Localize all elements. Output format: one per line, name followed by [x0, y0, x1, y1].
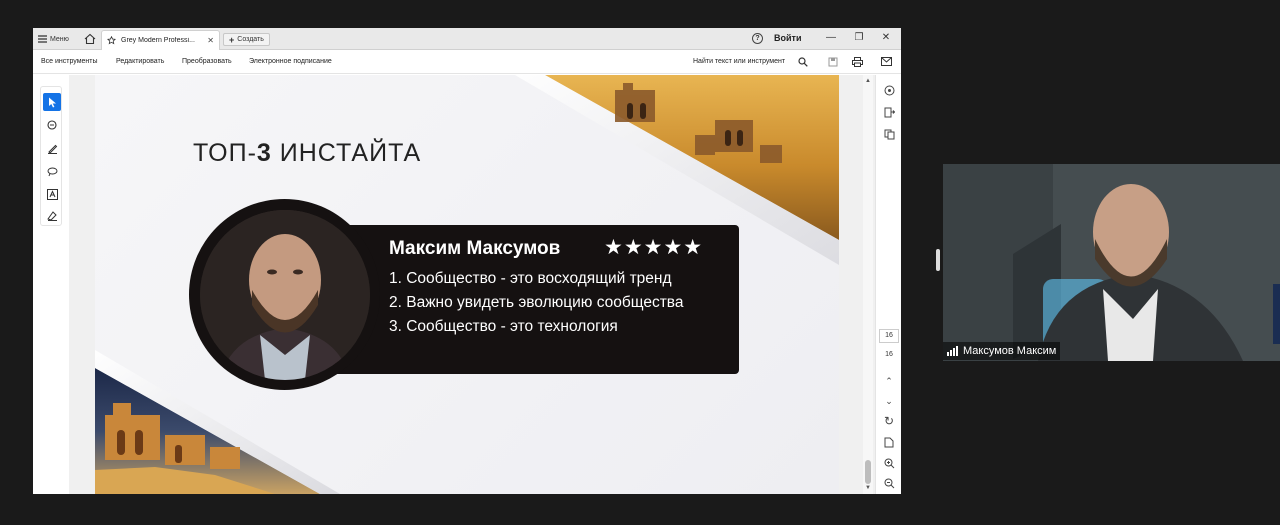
plus-icon: +: [229, 34, 235, 45]
zoom-out-icon[interactable]: [881, 475, 897, 491]
speaker-name: Максим Максумов: [389, 238, 561, 259]
acrobat-window: Меню Grey Modern Professi... ✕ + Создать…: [33, 28, 901, 494]
close-tab-icon[interactable]: ✕: [207, 36, 214, 45]
page-fit-icon[interactable]: [881, 434, 897, 450]
close-window-button[interactable]: ✕: [878, 31, 894, 45]
page-number-input[interactable]: 16: [879, 329, 899, 343]
ai-assistant-icon[interactable]: [881, 82, 897, 98]
scroll-up-icon[interactable]: ▲: [865, 78, 871, 84]
fill-sign-icon: [46, 210, 57, 221]
new-tab-label: Создать: [237, 36, 264, 43]
new-tab-button[interactable]: + Создать: [223, 33, 270, 46]
chat-icon: [884, 85, 894, 95]
print-icon[interactable]: [852, 57, 863, 67]
right-panel: 16 16 ⌃ ⌄ ↻: [875, 75, 901, 494]
vertical-scrollbar[interactable]: ▲ ▼: [863, 75, 873, 494]
title-suffix: ИНСТАЙТА: [271, 139, 422, 167]
find-tool-label[interactable]: Найти текст или инструмент: [693, 58, 785, 65]
text-box-icon: [46, 188, 58, 200]
maximize-button[interactable]: ❐: [851, 31, 867, 45]
menu-convert[interactable]: Преобразовать: [182, 58, 232, 65]
point-3: 3. Сообщество - это технология: [389, 318, 618, 335]
lasso-icon: [47, 167, 57, 176]
menubar: Все инструменты Редактировать Преобразов…: [33, 50, 901, 74]
hamburger-icon: [38, 35, 47, 43]
slide-title: ТОП-3 ИНСТАЙТА: [193, 139, 421, 168]
text-tool[interactable]: [43, 185, 61, 203]
home-icon[interactable]: [84, 33, 96, 45]
tab-bar: Меню Grey Modern Professi... ✕ + Создать…: [33, 28, 901, 50]
speaker-card: Максим Максумов ★★★★★ 1. Сообщество - эт…: [324, 225, 739, 374]
comment-tool[interactable]: [43, 116, 61, 134]
help-icon[interactable]: ?: [752, 33, 763, 44]
signal-bars-icon: [947, 346, 958, 356]
search-icon[interactable]: [798, 57, 808, 67]
draw-tool[interactable]: [43, 162, 61, 180]
sign-tool[interactable]: [43, 206, 61, 224]
comment-icon: [46, 119, 57, 130]
export-pdf-icon[interactable]: [881, 104, 897, 120]
chevron-up-icon[interactable]: ⌃: [881, 373, 897, 389]
slide-page: ТОП-3 ИНСТАЙТА Максим Максумов ★★★★★ 1. …: [95, 75, 839, 494]
rotate-icon[interactable]: ↻: [881, 413, 897, 429]
point-1: 1. Сообщество - это восходящий тренд: [389, 270, 672, 287]
rating-stars: ★★★★★: [604, 236, 704, 259]
speaker-photo: [200, 210, 370, 380]
save-icon[interactable]: [828, 57, 838, 67]
left-toolbar: [40, 86, 62, 226]
menu-esign[interactable]: Электронное подписание: [249, 58, 332, 65]
webcam-video: [943, 164, 1280, 361]
zoom-in-icon[interactable]: [881, 455, 897, 471]
speaker-portrait: [200, 210, 370, 380]
menu-all-tools[interactable]: Все инструменты: [41, 58, 98, 65]
tab-document[interactable]: Grey Modern Professi... ✕: [101, 30, 220, 50]
select-tool[interactable]: [43, 93, 61, 111]
webcam-tile: Максумов Максим: [943, 164, 1280, 361]
resize-handle[interactable]: [936, 249, 940, 271]
chevron-down-icon[interactable]: ⌄: [881, 393, 897, 409]
title-number: 3: [256, 139, 272, 167]
mail-icon[interactable]: [881, 57, 892, 66]
participant-name: Максумов Максим: [963, 345, 1057, 357]
menu-label: Меню: [50, 35, 69, 43]
scroll-down-icon[interactable]: ▼: [865, 485, 871, 491]
participant-label: Максумов Максим: [943, 342, 1061, 360]
menu-button[interactable]: Меню: [38, 33, 69, 45]
minimize-button[interactable]: —: [823, 31, 839, 45]
menu-edit[interactable]: Редактировать: [116, 58, 164, 65]
cursor-icon: [48, 97, 56, 107]
highlight-tool[interactable]: [43, 139, 61, 157]
signin-button[interactable]: Войти: [774, 33, 801, 43]
pen-icon: [47, 144, 57, 154]
copy-icon[interactable]: [881, 126, 897, 142]
star-icon[interactable]: [107, 36, 116, 45]
title-prefix: ТОП-: [193, 139, 257, 167]
tab-title: Grey Modern Professi...: [121, 37, 195, 44]
page-total: 16: [885, 351, 893, 358]
point-2: 2. Важно увидеть эволюцию сообщества: [389, 294, 684, 311]
scroll-thumb[interactable]: [865, 460, 871, 484]
